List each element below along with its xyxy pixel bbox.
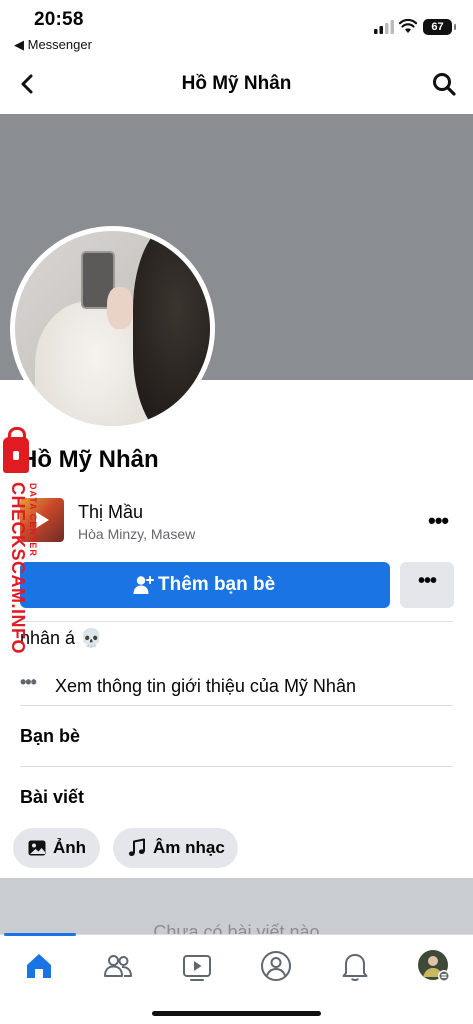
- avatar-photo: [15, 231, 210, 426]
- home-icon[interactable]: [22, 949, 56, 983]
- watermark-subtext: DATA CENTER: [28, 483, 38, 557]
- divider: [20, 705, 453, 706]
- divider: [20, 621, 453, 622]
- profile-name: Hồ Mỹ Nhân: [20, 446, 159, 473]
- bell-icon[interactable]: [338, 949, 372, 983]
- song-artist: Hòa Minzy, Masew: [78, 526, 196, 542]
- page-title: Hồ Mỹ Nhân: [181, 73, 292, 94]
- friends-icon[interactable]: [101, 949, 135, 983]
- profile-bio: nhân á 💀: [20, 628, 103, 648]
- menu-avatar-graphic: [418, 950, 450, 982]
- song-more-button[interactable]: •••: [428, 508, 454, 533]
- see-intro-link[interactable]: Xem thông tin giới thiệu của Mỹ Nhân: [55, 676, 356, 697]
- status-bar: 20:58 ◀ Messenger 67: [0, 0, 473, 56]
- status-time: 20:58: [34, 9, 84, 30]
- more-dots-icon: •••: [20, 672, 37, 692]
- friends-section-title[interactable]: Bạn bè: [20, 726, 80, 747]
- photos-filter-label: Ảnh: [53, 838, 87, 857]
- profile-icon[interactable]: [259, 949, 293, 983]
- add-friend-icon: [133, 576, 154, 594]
- avatar-hand-shape: [107, 287, 133, 329]
- song-title[interactable]: Thị Mầu: [78, 502, 143, 523]
- add-friend-label: Thêm bạn bè: [158, 574, 276, 595]
- divider: [20, 766, 453, 767]
- watermark-lock-icon: [3, 427, 29, 473]
- battery-indicator: 67: [423, 19, 456, 35]
- back-to-app-link[interactable]: ◀ Messenger: [14, 37, 92, 53]
- add-friend-button[interactable]: Thêm bạn bè: [20, 562, 390, 608]
- profile-avatar[interactable]: [10, 226, 215, 431]
- photos-filter-chip[interactable]: Ảnh: [13, 828, 100, 868]
- wifi-icon: [399, 18, 417, 33]
- home-indicator: [152, 1011, 321, 1016]
- music-filter-label: Âm nhạc: [153, 838, 225, 857]
- music-note-icon: [128, 838, 145, 856]
- posts-area: Chưa có bài viết nào: [0, 878, 473, 942]
- music-filter-chip[interactable]: Âm nhạc: [113, 828, 238, 868]
- video-icon[interactable]: [180, 949, 214, 983]
- profile-more-button[interactable]: •••: [400, 562, 454, 608]
- active-tab-indicator: [4, 933, 76, 936]
- photos-icon: [28, 840, 46, 856]
- search-icon[interactable]: [430, 70, 458, 98]
- signal-icon: [374, 20, 394, 34]
- header: Hồ Mỹ Nhân: [0, 58, 473, 112]
- watermark-text: CHECKSCAM.INFO: [8, 482, 28, 654]
- bottom-tab-bar: [0, 933, 473, 1024]
- avatar-menu-icon[interactable]: [417, 949, 451, 983]
- posts-section-title: Bài viết: [20, 787, 85, 807]
- avatar-hair-shape: [133, 231, 210, 426]
